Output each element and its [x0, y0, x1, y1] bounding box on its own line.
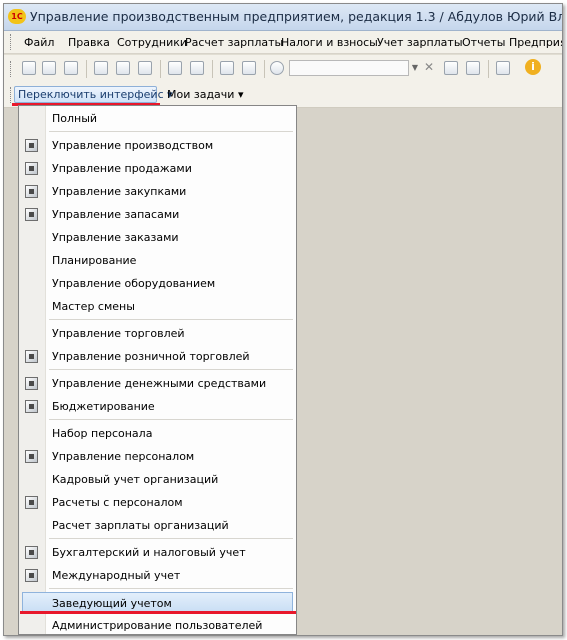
menu-file[interactable]: Файл [24, 36, 54, 49]
menu-item-orders[interactable]: Управление заказами [19, 227, 296, 249]
sales-icon [25, 162, 38, 175]
ifrs-icon [25, 569, 38, 582]
menu-bar: Файл Правка Сотрудники Расчет зарплаты Н… [4, 31, 562, 53]
hr-icon [25, 450, 38, 463]
search-previous-icon[interactable] [444, 61, 458, 75]
toolbar-grip-handle[interactable] [10, 61, 13, 77]
menu-item-accounting[interactable]: Бухгалтерский и налоговый учет [19, 542, 296, 564]
inventory-icon [25, 208, 38, 221]
open-folder-icon[interactable] [42, 61, 56, 75]
menu-reports[interactable]: Отчеты [462, 36, 505, 49]
purchasing-icon [25, 185, 38, 198]
menu-item-settlements[interactable]: Расчеты с персоналом [19, 492, 296, 514]
menu-item-recruiting[interactable]: Набор персонала [19, 423, 296, 445]
menu-item-retail[interactable]: Управление розничной торговлей [19, 346, 296, 368]
menu-item-purchasing[interactable]: Управление закупками [19, 181, 296, 203]
cash-icon [25, 377, 38, 390]
window-title: Управление производственным предприятием… [30, 9, 562, 24]
settlements-icon [25, 496, 38, 509]
search-input[interactable] [289, 60, 409, 76]
app-window: 1С Управление производственным предприят… [3, 3, 563, 636]
menu-payroll-accounting[interactable]: Учет зарплаты [377, 36, 463, 49]
menu-item-inventory[interactable]: Управление запасами [19, 204, 296, 226]
search-next-icon[interactable] [466, 61, 480, 75]
panel-grip-handle[interactable] [10, 87, 13, 103]
menu-item-full[interactable]: Полный [19, 108, 296, 130]
new-document-icon[interactable] [22, 61, 36, 75]
menu-item-cash[interactable]: Управление денежными средствами [19, 373, 296, 395]
windows-icon[interactable] [496, 61, 510, 75]
menu-item-sales[interactable]: Управление продажами [19, 158, 296, 180]
close-icon[interactable]: ✕ [424, 60, 434, 74]
menu-item-trade[interactable]: Управление торговлей [19, 323, 296, 345]
undo-icon[interactable] [220, 61, 234, 75]
copy-icon[interactable] [116, 61, 130, 75]
menu-grip-handle[interactable] [10, 34, 13, 50]
highlight-underline [20, 611, 296, 614]
menu-payroll[interactable]: Расчет зарплаты [185, 36, 283, 49]
menu-item-ifrs[interactable]: Международный учет [19, 565, 296, 587]
menu-item-equipment[interactable]: Управление оборудованием [19, 273, 296, 295]
paste-icon[interactable] [138, 61, 152, 75]
retail-icon [25, 350, 38, 363]
menu-item-shift-master[interactable]: Мастер смены [19, 296, 296, 318]
info-icon[interactable]: i [525, 59, 541, 75]
search-icon[interactable] [270, 61, 284, 75]
interface-dropdown-menu: Полный Управление производством Управлен… [18, 105, 297, 635]
chevron-down-icon[interactable]: ▼ [409, 60, 421, 76]
menu-taxes[interactable]: Налоги и взносы [281, 36, 378, 49]
title-bar: 1С Управление производственным предприят… [4, 4, 562, 31]
menu-enterprise[interactable]: Предприятие [509, 36, 562, 49]
menu-employees[interactable]: Сотрудники [117, 36, 187, 49]
budgeting-icon [25, 400, 38, 413]
menu-item-personnel[interactable]: Кадровый учет организаций [19, 469, 296, 491]
menu-item-payroll-orgs[interactable]: Расчет зарплаты организаций [19, 515, 296, 537]
app-logo-icon: 1С [8, 9, 26, 24]
menu-item-budgeting[interactable]: Бюджетирование [19, 396, 296, 418]
menu-edit[interactable]: Правка [68, 36, 110, 49]
menu-item-user-admin[interactable]: Администрирование пользователей [19, 615, 296, 635]
save-icon[interactable] [64, 61, 78, 75]
accounting-icon [25, 546, 38, 559]
my-tasks-button[interactable]: Мои задачи ▾ [167, 88, 243, 101]
menu-item-hr[interactable]: Управление персоналом [19, 446, 296, 468]
print-preview-icon[interactable] [190, 61, 204, 75]
production-icon [25, 139, 38, 152]
menu-item-production[interactable]: Управление производством [19, 135, 296, 157]
redo-icon[interactable] [242, 61, 256, 75]
menu-item-planning[interactable]: Планирование [19, 250, 296, 272]
toolbar [4, 54, 562, 83]
switch-interface-button[interactable]: Переключить интерфейс ▾ [14, 86, 173, 103]
cut-icon[interactable] [94, 61, 108, 75]
print-icon[interactable] [168, 61, 182, 75]
